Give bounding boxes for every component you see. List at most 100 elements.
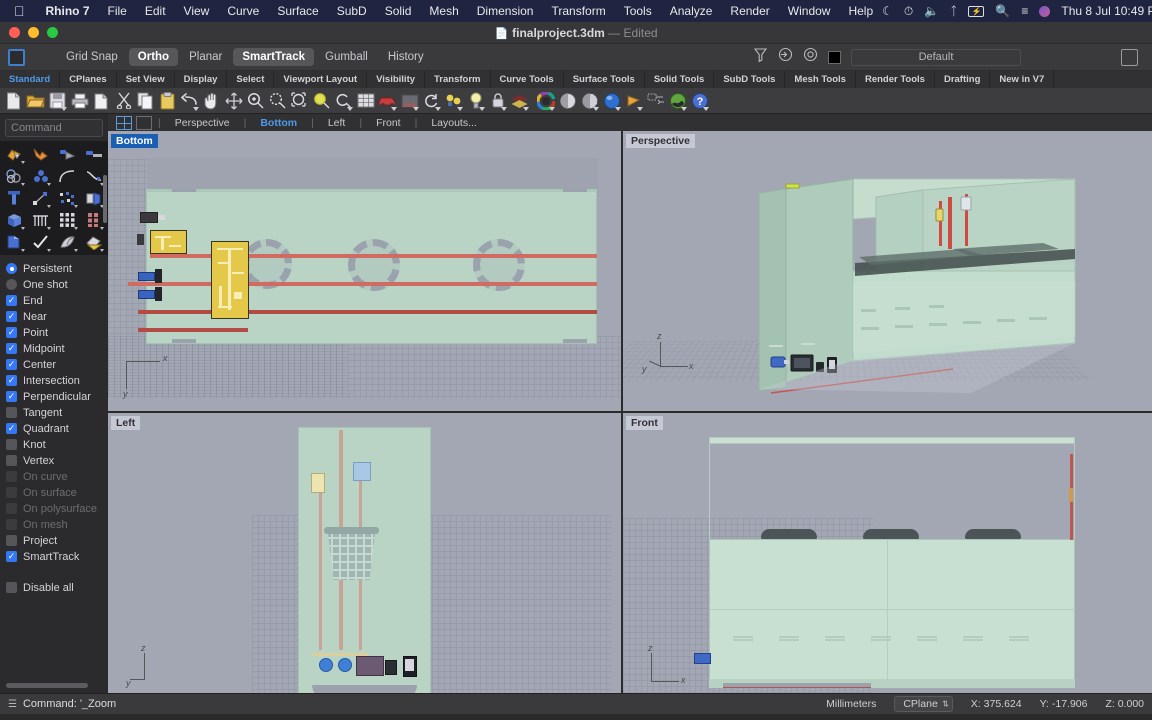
clock-icon[interactable]: ⏱ — [904, 4, 913, 19]
tab-viewport-layout[interactable]: Viewport Layout — [274, 71, 367, 88]
viewport-label-left[interactable]: Left — [111, 416, 140, 430]
zoom-extents-icon[interactable] — [311, 90, 332, 111]
viewport-tab-bottom[interactable]: Bottom — [250, 117, 307, 129]
osnap-mode-one-shot[interactable]: One shot — [6, 277, 108, 292]
tab-subd-tools[interactable]: SubD Tools — [714, 71, 785, 88]
minimize-window-button[interactable] — [28, 27, 39, 38]
viewport-bottom[interactable]: x y Bottom — [108, 131, 621, 411]
osnap-smarttrack[interactable]: ✓ SmartTrack — [6, 549, 108, 564]
toggle-smarttrack[interactable]: SmartTrack — [233, 48, 314, 66]
toggle-ortho[interactable]: Ortho — [129, 48, 178, 66]
tab-display[interactable]: Display — [175, 71, 228, 88]
cut-scissors-icon[interactable] — [113, 90, 134, 111]
menu-mesh[interactable]: Mesh — [420, 4, 467, 18]
tab-transform[interactable]: Transform — [425, 71, 490, 88]
osnap-tangent[interactable]: Tangent — [6, 405, 108, 420]
apple-icon[interactable]:  — [14, 4, 25, 18]
control-center-icon[interactable]: ≡ — [1021, 4, 1028, 18]
environment-icon[interactable] — [667, 90, 688, 111]
shade-sphere-icon[interactable] — [557, 90, 578, 111]
osnap-near[interactable]: ✓ Near — [6, 309, 108, 324]
osnap-center[interactable]: ✓ Center — [6, 357, 108, 372]
checkbox-center[interactable]: ✓ — [6, 359, 17, 370]
scatter-points-icon[interactable] — [54, 188, 81, 208]
polyline-icon[interactable] — [28, 144, 55, 164]
viewport-tab-perspective[interactable]: Perspective — [165, 117, 240, 129]
osnap-project[interactable]: Project — [6, 533, 108, 548]
menu-window[interactable]: Window — [779, 4, 840, 18]
osnap-intersection[interactable]: ✓ Intersection — [6, 373, 108, 388]
loft-icon[interactable] — [28, 210, 55, 230]
command-input[interactable]: Command — [5, 119, 103, 137]
box-icon[interactable] — [1, 210, 28, 230]
osnap-midpoint[interactable]: ✓ Midpoint — [6, 341, 108, 356]
right-panel-toggle-button[interactable] — [1121, 49, 1138, 66]
checkbox-knot[interactable] — [6, 439, 17, 450]
help-icon[interactable]: ? — [689, 90, 710, 111]
circle-icon[interactable] — [1, 166, 28, 186]
viewport-left[interactable]: z y Left — [108, 413, 621, 693]
lights-icon[interactable] — [443, 90, 464, 111]
array-icon[interactable] — [54, 210, 81, 230]
single-view-layout-button[interactable] — [136, 116, 152, 130]
moon-icon[interactable]: ☾ — [882, 4, 893, 18]
checkbox-point[interactable]: ✓ — [6, 327, 17, 338]
line-icon[interactable] — [54, 144, 81, 164]
sidebar-toggle-button[interactable] — [8, 49, 25, 66]
viewport-label-front[interactable]: Front — [626, 416, 663, 430]
tab-standard[interactable]: Standard — [0, 71, 60, 88]
checkbox-end[interactable]: ✓ — [6, 295, 17, 306]
menu-subd[interactable]: SubD — [328, 4, 376, 18]
new-file-icon[interactable] — [3, 90, 24, 111]
tab-solid-tools[interactable]: Solid Tools — [645, 71, 715, 88]
osnap-quadrant[interactable]: ✓ Quadrant — [6, 421, 108, 436]
bluetooth-icon[interactable]: ᛏ — [950, 4, 957, 18]
zoom-selected-icon[interactable] — [289, 90, 310, 111]
filter-icon[interactable] — [753, 47, 768, 68]
toggle-planar[interactable]: Planar — [180, 48, 231, 66]
split-icon[interactable] — [54, 232, 81, 252]
osnap-disable-all[interactable]: Disable all — [6, 580, 108, 595]
undo-icon[interactable] — [179, 90, 200, 111]
menu-app-name[interactable]: Rhino 7 — [37, 4, 99, 18]
menu-bar-clock[interactable]: Thu 8 Jul 10:49 PM — [1061, 4, 1152, 18]
viewport-perspective[interactable]: z y x Perspective — [623, 131, 1152, 411]
checkbox-quadrant[interactable]: ✓ — [6, 423, 17, 434]
checkbox-tangent[interactable] — [6, 407, 17, 418]
close-window-button[interactable] — [9, 27, 20, 38]
viewport-front[interactable]: z x Front — [623, 413, 1152, 693]
menu-dimension[interactable]: Dimension — [468, 4, 543, 18]
osnap-vertex[interactable]: Vertex — [6, 453, 108, 468]
tab-drafting[interactable]: Drafting — [935, 71, 990, 88]
checkbox-project[interactable] — [6, 535, 17, 546]
zoom-dynamic-icon[interactable] — [333, 90, 354, 111]
tab-visibility[interactable]: Visibility — [367, 71, 425, 88]
zoom-window-icon[interactable] — [267, 90, 288, 111]
pcb-secondary[interactable] — [150, 230, 187, 254]
tab-render-tools[interactable]: Render Tools — [856, 71, 935, 88]
pcb-main[interactable] — [211, 241, 249, 319]
checkbox-perpendicular[interactable]: ✓ — [6, 391, 17, 402]
checkbox-disable-all[interactable] — [6, 582, 17, 593]
tab-new-in-v7[interactable]: New in V7 — [990, 71, 1054, 88]
render-preview-icon[interactable] — [399, 90, 420, 111]
menu-tools[interactable]: Tools — [615, 4, 661, 18]
ellipse-icon[interactable] — [28, 166, 55, 186]
cplane-selector[interactable]: CPlane — [894, 696, 952, 712]
four-view-layout-button[interactable] — [116, 116, 132, 130]
menu-render[interactable]: Render — [721, 4, 778, 18]
tab-mesh-tools[interactable]: Mesh Tools — [785, 71, 856, 88]
viewport-label-perspective[interactable]: Perspective — [626, 134, 695, 148]
extrude-icon[interactable] — [1, 188, 28, 208]
print-icon[interactable] — [69, 90, 90, 111]
viewport-tab-left[interactable]: Left — [318, 117, 356, 129]
display-mode-icon[interactable] — [623, 90, 644, 111]
rendered-sphere-icon[interactable] — [601, 90, 622, 111]
menu-view[interactable]: View — [175, 4, 219, 18]
osnap-mode-persistent[interactable]: Persistent — [6, 261, 108, 276]
search-icon[interactable]: 🔍 — [995, 4, 1010, 18]
toggle-history[interactable]: History — [379, 48, 433, 66]
toggle-gumball[interactable]: Gumball — [316, 48, 377, 66]
checkbox-intersection[interactable]: ✓ — [6, 375, 17, 386]
target-icon[interactable] — [803, 47, 818, 67]
